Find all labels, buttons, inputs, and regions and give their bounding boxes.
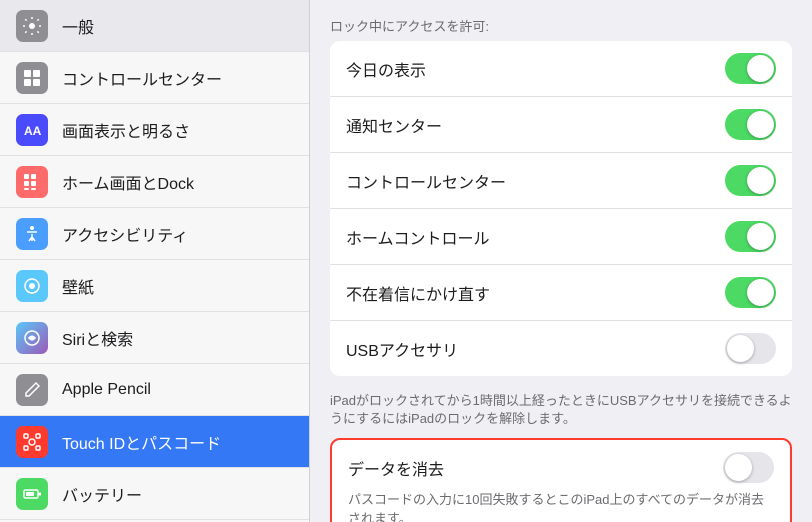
settings-row-missed_calls: 不在着信にかけ直す (330, 265, 792, 321)
sidebar-item-label-siri: Siriと検索 (62, 326, 133, 350)
sidebar-item-siri[interactable]: Siriと検索 (0, 312, 309, 364)
toggle-knob (725, 454, 752, 481)
row-label-today: 今日の表示 (346, 57, 426, 81)
control-icon (16, 62, 48, 94)
sidebar-item-home[interactable]: ホーム画面とDock (0, 156, 309, 208)
sidebar: 一般コントロールセンター AA 画面表示と明るさホーム画面とDock アクセシビリティ… (0, 0, 310, 522)
battery-icon (16, 478, 48, 510)
toggle-notification[interactable] (725, 109, 776, 140)
row-label-notification: 通知センター (346, 113, 442, 137)
home-icon (16, 166, 48, 198)
section-header: ロック中にアクセスを許可: (310, 0, 812, 41)
delete-data-section: データを消去 パスコードの入力に10回失敗するとこのiPad上のすべてのデータが… (330, 438, 792, 522)
toggle-knob-notification (747, 111, 774, 138)
toggle-today[interactable] (725, 53, 776, 84)
sidebar-item-label-control: コントロールセンター (62, 66, 222, 90)
toggle-knob-usb (727, 335, 754, 362)
sidebar-item-control[interactable]: コントロールセンター (0, 52, 309, 104)
toggle-knob-control_center (747, 167, 774, 194)
wallpaper-icon (16, 270, 48, 302)
sidebar-item-label-pencil: Apple Pencil (62, 381, 151, 399)
sidebar-item-general[interactable]: 一般 (0, 0, 309, 52)
delete-toggle[interactable] (723, 452, 774, 483)
settings-row-control_center: コントロールセンター (330, 153, 792, 209)
settings-row-today: 今日の表示 (330, 41, 792, 97)
toggle-knob-missed_calls (747, 279, 774, 306)
row-label-home_control: ホームコントロール (346, 225, 490, 249)
row-label-control_center: コントロールセンター (346, 169, 506, 193)
delete-description: パスコードの入力に10回失敗するとこのiPad上のすべてのデータが消去されます。 (348, 491, 774, 522)
toggle-missed_calls[interactable] (725, 277, 776, 308)
settings-row-home_control: ホームコントロール (330, 209, 792, 265)
sidebar-item-label-display: 画面表示と明るさ (62, 118, 190, 142)
access-icon (16, 218, 48, 250)
settings-row-usb: USBアクセサリ (330, 321, 792, 376)
svg-text:AA: AA (24, 124, 42, 138)
sidebar-item-label-battery: バッテリー (62, 482, 142, 506)
sidebar-item-label-general: 一般 (62, 14, 94, 38)
lock-access-group: 今日の表示通知センターコントロールセンターホームコントロール不在着信にかけ直す U… (330, 41, 792, 376)
sidebar-item-battery[interactable]: バッテリー (0, 468, 309, 520)
pencil-icon (16, 374, 48, 406)
toggle-usb[interactable] (725, 333, 776, 364)
sidebar-item-label-access: アクセシビリティ (62, 222, 188, 246)
toggle-home_control[interactable] (725, 221, 776, 252)
sidebar-item-touchid[interactable]: Touch IDとパスコード (0, 416, 309, 468)
toggle-knob-today (747, 55, 774, 82)
settings-row-notification: 通知センター (330, 97, 792, 153)
display-icon: AA (16, 114, 48, 146)
main-content: ロック中にアクセスを許可: 今日の表示通知センターコントロールセンターホームコン… (310, 0, 812, 522)
general-icon (16, 10, 48, 42)
touchid-icon (16, 426, 48, 458)
sidebar-item-wallpaper[interactable]: 壁紙 (0, 260, 309, 312)
row-label-usb: USBアクセサリ (346, 337, 458, 361)
sidebar-item-label-home: ホーム画面とDock (62, 170, 194, 194)
row-label-missed_calls: 不在着信にかけ直す (346, 281, 490, 305)
siri-icon (16, 322, 48, 354)
usb-description: iPadがロックされてから1時間以上経ったときにUSBアクセサリを接続できるよう… (310, 392, 812, 438)
sidebar-item-label-wallpaper: 壁紙 (62, 274, 94, 298)
sidebar-item-display[interactable]: AA 画面表示と明るさ (0, 104, 309, 156)
sidebar-item-access[interactable]: アクセシビリティ (0, 208, 309, 260)
toggle-control_center[interactable] (725, 165, 776, 196)
delete-label: データを消去 (348, 456, 444, 480)
sidebar-item-pencil[interactable]: Apple Pencil (0, 364, 309, 416)
toggle-knob-home_control (747, 223, 774, 250)
sidebar-item-label-touchid: Touch IDとパスコード (62, 430, 221, 454)
